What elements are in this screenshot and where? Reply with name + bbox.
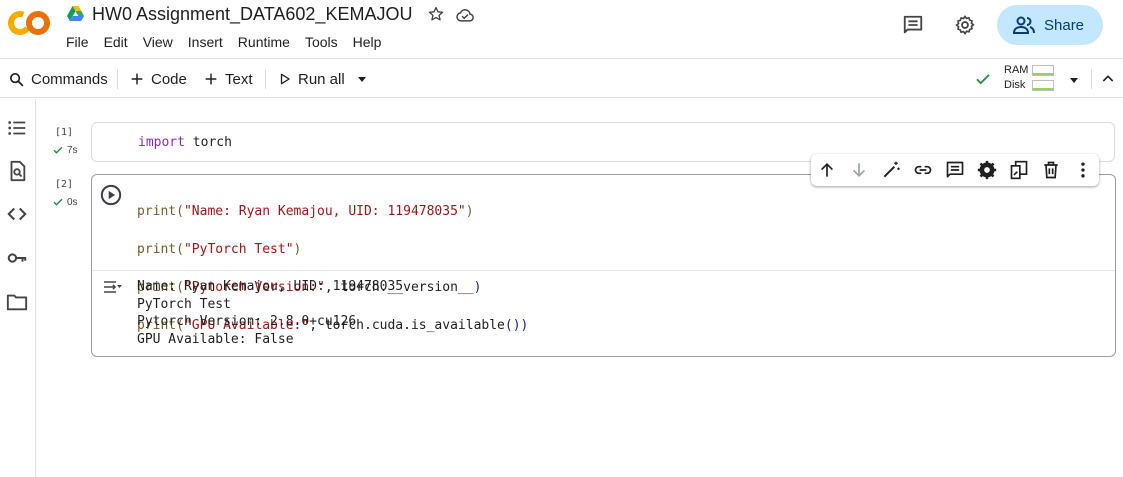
cell-toolbar bbox=[811, 154, 1099, 186]
toolbar-divider bbox=[1091, 69, 1092, 89]
exec-time: 7s bbox=[67, 144, 78, 156]
run-all-label: Run all bbox=[298, 70, 345, 88]
arrow-up-icon[interactable] bbox=[817, 160, 837, 180]
connected-check-icon bbox=[974, 70, 992, 88]
code-fn: ) bbox=[473, 280, 482, 295]
settings-gear-icon[interactable] bbox=[954, 14, 976, 36]
code-line[interactable]: import torch bbox=[138, 133, 232, 152]
toolbar-divider bbox=[117, 69, 118, 89]
code-string: "PyTorch Test" bbox=[183, 242, 294, 257]
toolbar-divider bbox=[265, 69, 266, 89]
link-icon[interactable] bbox=[913, 160, 933, 180]
run-cell-icon[interactable] bbox=[100, 184, 122, 206]
run-all-dropdown[interactable] bbox=[356, 59, 374, 99]
left-sidebar bbox=[0, 99, 36, 477]
exec-time: 0s bbox=[67, 196, 78, 208]
cell-output: Name: Ryan Kemajou, UID: 119478035 PyTor… bbox=[137, 278, 403, 348]
code-keyword: import bbox=[138, 135, 185, 150]
commands-button[interactable]: Commands bbox=[8, 59, 108, 99]
exec-status: 7s bbox=[52, 144, 78, 156]
check-icon bbox=[53, 146, 63, 154]
add-text-button[interactable]: Text bbox=[203, 59, 253, 99]
caret-down-icon bbox=[358, 77, 366, 82]
code-fn: ) bbox=[465, 204, 474, 219]
disk-bar bbox=[1032, 80, 1054, 91]
notebook-title[interactable]: HW0 Assignment_DATA602_KEMAJOU bbox=[92, 4, 412, 25]
ram-label: RAM bbox=[1004, 64, 1029, 76]
delete-icon[interactable] bbox=[1041, 160, 1061, 180]
magic-wand-icon[interactable] bbox=[881, 160, 901, 180]
add-code-button[interactable]: Code bbox=[129, 59, 187, 99]
chevron-up-icon[interactable] bbox=[1100, 71, 1116, 87]
files-folder-icon[interactable] bbox=[6, 291, 28, 313]
menu-runtime[interactable]: Runtime bbox=[238, 34, 290, 50]
share-label: Share bbox=[1044, 16, 1085, 34]
code-fn: print( bbox=[137, 204, 184, 219]
menu-edit[interactable]: Edit bbox=[104, 34, 128, 50]
resource-monitor[interactable]: RAM Disk bbox=[1004, 63, 1054, 93]
gear-icon[interactable] bbox=[977, 160, 997, 180]
menu-bar: File Edit View Insert Runtime Tools Help bbox=[66, 34, 396, 50]
exec-status: 0s bbox=[52, 196, 78, 208]
disk-label: Disk bbox=[1004, 79, 1026, 91]
menu-file[interactable]: File bbox=[66, 34, 89, 50]
comment-icon[interactable] bbox=[945, 160, 965, 180]
code-line: print("PyTorch Test") bbox=[137, 240, 528, 259]
code-fn: ()) bbox=[504, 318, 529, 333]
output-line: Pytorch Version: 2.8.0+cu126 bbox=[137, 314, 357, 329]
find-replace-icon[interactable] bbox=[6, 160, 28, 182]
exec-count: [2] bbox=[55, 179, 74, 190]
code-snippets-icon[interactable] bbox=[6, 203, 28, 225]
runtime-dropdown-caret-icon[interactable] bbox=[1068, 73, 1080, 85]
google-drive-icon[interactable] bbox=[67, 6, 84, 22]
add-code-label: Code bbox=[151, 70, 187, 88]
code-fn: ) bbox=[293, 242, 302, 257]
secrets-key-icon[interactable] bbox=[6, 247, 28, 269]
people-icon bbox=[1012, 16, 1035, 34]
app-header: HW0 Assignment_DATA602_KEMAJOU File Edit… bbox=[0, 0, 1123, 58]
add-text-label: Text bbox=[225, 70, 253, 88]
more-vert-icon[interactable] bbox=[1073, 160, 1093, 180]
plus-icon bbox=[131, 73, 143, 85]
ram-bar bbox=[1032, 65, 1054, 76]
comment-icon[interactable] bbox=[902, 14, 924, 36]
code-line: print("Name: Ryan Kemajou, UID: 11947803… bbox=[137, 202, 528, 221]
commands-label: Commands bbox=[31, 70, 108, 88]
check-icon bbox=[53, 198, 63, 206]
output-line: Name: Ryan Kemajou, UID: 119478035 bbox=[137, 279, 404, 294]
run-all-button[interactable]: Run all bbox=[278, 59, 345, 99]
notebook-toolbar: Commands Code Text Run all RAM Disk bbox=[0, 58, 1123, 98]
colab-logo[interactable] bbox=[8, 10, 50, 36]
output-actions-icon[interactable] bbox=[103, 279, 123, 295]
table-of-contents-icon[interactable] bbox=[6, 117, 28, 139]
output-divider bbox=[92, 270, 1115, 271]
output-line: PyTorch Test bbox=[137, 296, 231, 312]
code-string: "Name: Ryan Kemajou, UID: 119478035" bbox=[183, 204, 466, 219]
plus-icon bbox=[205, 73, 217, 85]
search-icon bbox=[9, 72, 24, 86]
menu-insert[interactable]: Insert bbox=[188, 34, 223, 50]
cloud-saved-icon[interactable] bbox=[455, 6, 475, 24]
exec-count: [1] bbox=[55, 127, 74, 138]
mirror-cell-icon[interactable] bbox=[1009, 160, 1029, 180]
play-outline-icon bbox=[280, 73, 290, 85]
menu-tools[interactable]: Tools bbox=[305, 34, 338, 50]
code-text: torch bbox=[184, 135, 232, 150]
output-line: GPU Available: False bbox=[137, 331, 294, 347]
code-fn: print( bbox=[137, 242, 184, 257]
share-button[interactable]: Share bbox=[997, 5, 1103, 45]
arrow-down-icon[interactable] bbox=[849, 160, 869, 180]
menu-view[interactable]: View bbox=[143, 34, 173, 50]
star-icon[interactable] bbox=[427, 5, 445, 23]
menu-help[interactable]: Help bbox=[353, 34, 382, 50]
